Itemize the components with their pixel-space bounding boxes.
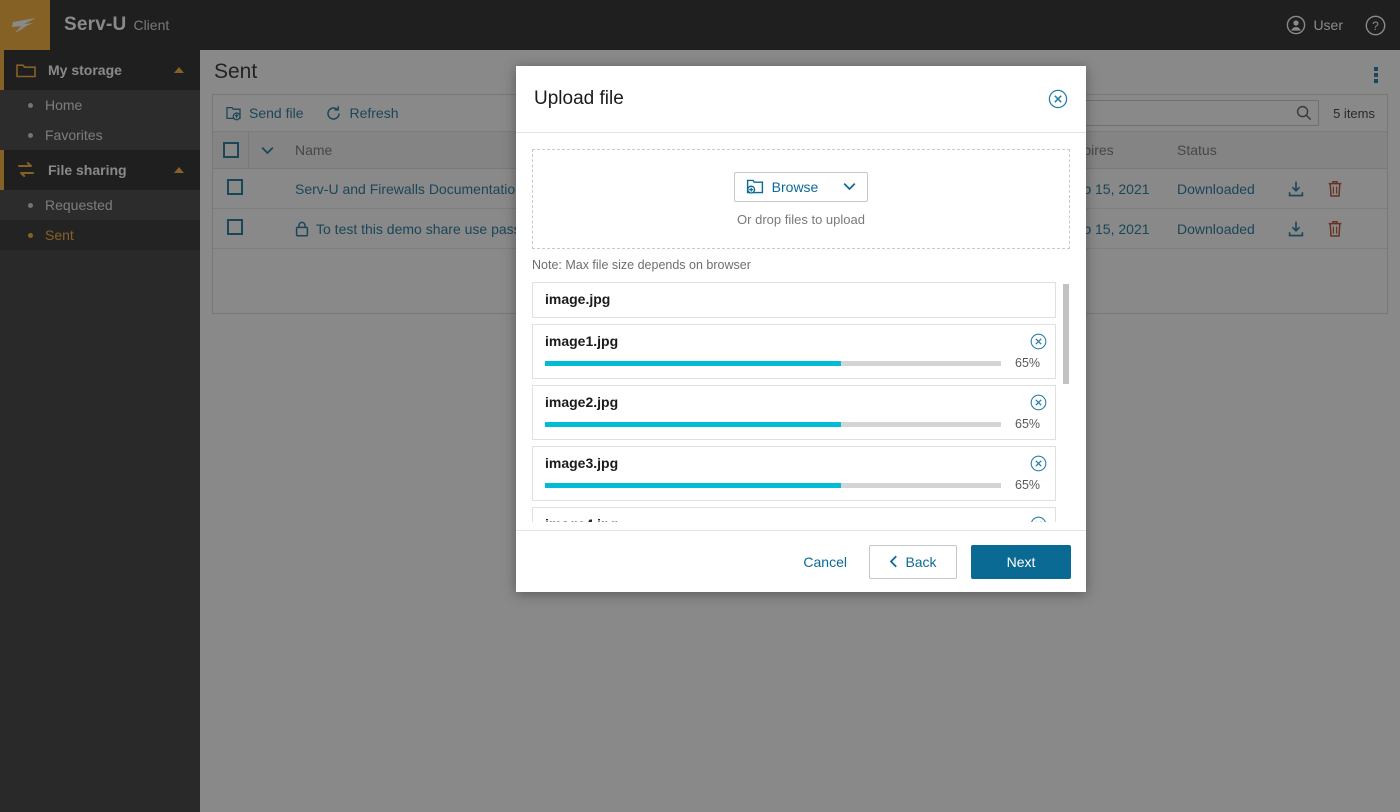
modal-header: Upload file [516,66,1086,133]
next-button[interactable]: Next [971,544,1071,579]
progress-fill [545,360,842,366]
file-dropzone[interactable]: Browse Or drop files to upload [532,149,1070,249]
remove-file-button[interactable] [1030,394,1047,411]
file-name: image3.jpg [545,455,619,471]
modal-footer: Cancel Back Next [516,530,1086,592]
app-root: Serv-U Client User ? [0,0,1400,812]
remove-circle-icon [1030,333,1047,350]
file-name: image2.jpg [545,394,619,410]
remove-circle-icon [1030,394,1047,411]
max-size-note: Note: Max file size depends on browser [532,258,751,272]
back-button[interactable]: Back [869,544,957,579]
file-list-scrollbar[interactable] [1062,282,1070,522]
close-circle-icon [1048,89,1068,109]
progress-line: 65% [545,356,1045,370]
chevron-down-icon[interactable] [843,182,856,191]
back-label: Back [905,553,937,570]
remove-file-button[interactable] [1030,333,1047,350]
browse-label: Browse [771,178,819,195]
file-name: image4.jpg [545,516,1045,522]
progress-line: 65% [545,417,1045,431]
remove-circle-icon [1031,516,1046,522]
progress-track [545,482,1001,488]
remove-file-button[interactable] [1030,455,1047,472]
file-list-container: image.jpg image1.jpg 65% image2.jpg 65% … [532,282,1070,522]
scrollbar-thumb[interactable] [1063,284,1069,384]
remove-file-button[interactable] [1030,516,1047,522]
progress-line: 65% [545,478,1045,492]
modal-title: Upload file [534,88,624,109]
browse-button[interactable]: Browse [733,171,869,202]
drop-hint: Or drop files to upload [737,211,865,227]
progress-percent: 65% [1015,417,1041,431]
list-item: image1.jpg 65% [532,324,1056,379]
file-list: image.jpg image1.jpg 65% image2.jpg 65% … [532,282,1070,522]
upload-file-modal: Upload file Browse Or drop files to uplo… [516,66,1086,592]
list-item: image.jpg [532,282,1056,318]
cancel-button[interactable]: Cancel [795,554,855,570]
next-label: Next [1006,553,1036,570]
file-name: image1.jpg [545,333,619,349]
list-item: image3.jpg 65% [532,446,1056,501]
progress-percent: 65% [1015,356,1041,370]
folder-add-icon [746,179,763,194]
modal-body: Browse Or drop files to upload Note: Max… [516,133,1086,530]
progress-fill [545,421,842,427]
list-item: image4.jpg 65% [532,507,1056,522]
remove-circle-icon [1030,455,1047,472]
close-button[interactable] [1048,89,1068,109]
progress-percent: 65% [1015,478,1041,492]
progress-fill [545,482,842,488]
progress-track [545,360,1001,366]
chevron-left-icon [890,555,898,568]
progress-track [545,421,1001,427]
list-item: image2.jpg 65% [532,385,1056,440]
file-name: image.jpg [545,291,611,307]
